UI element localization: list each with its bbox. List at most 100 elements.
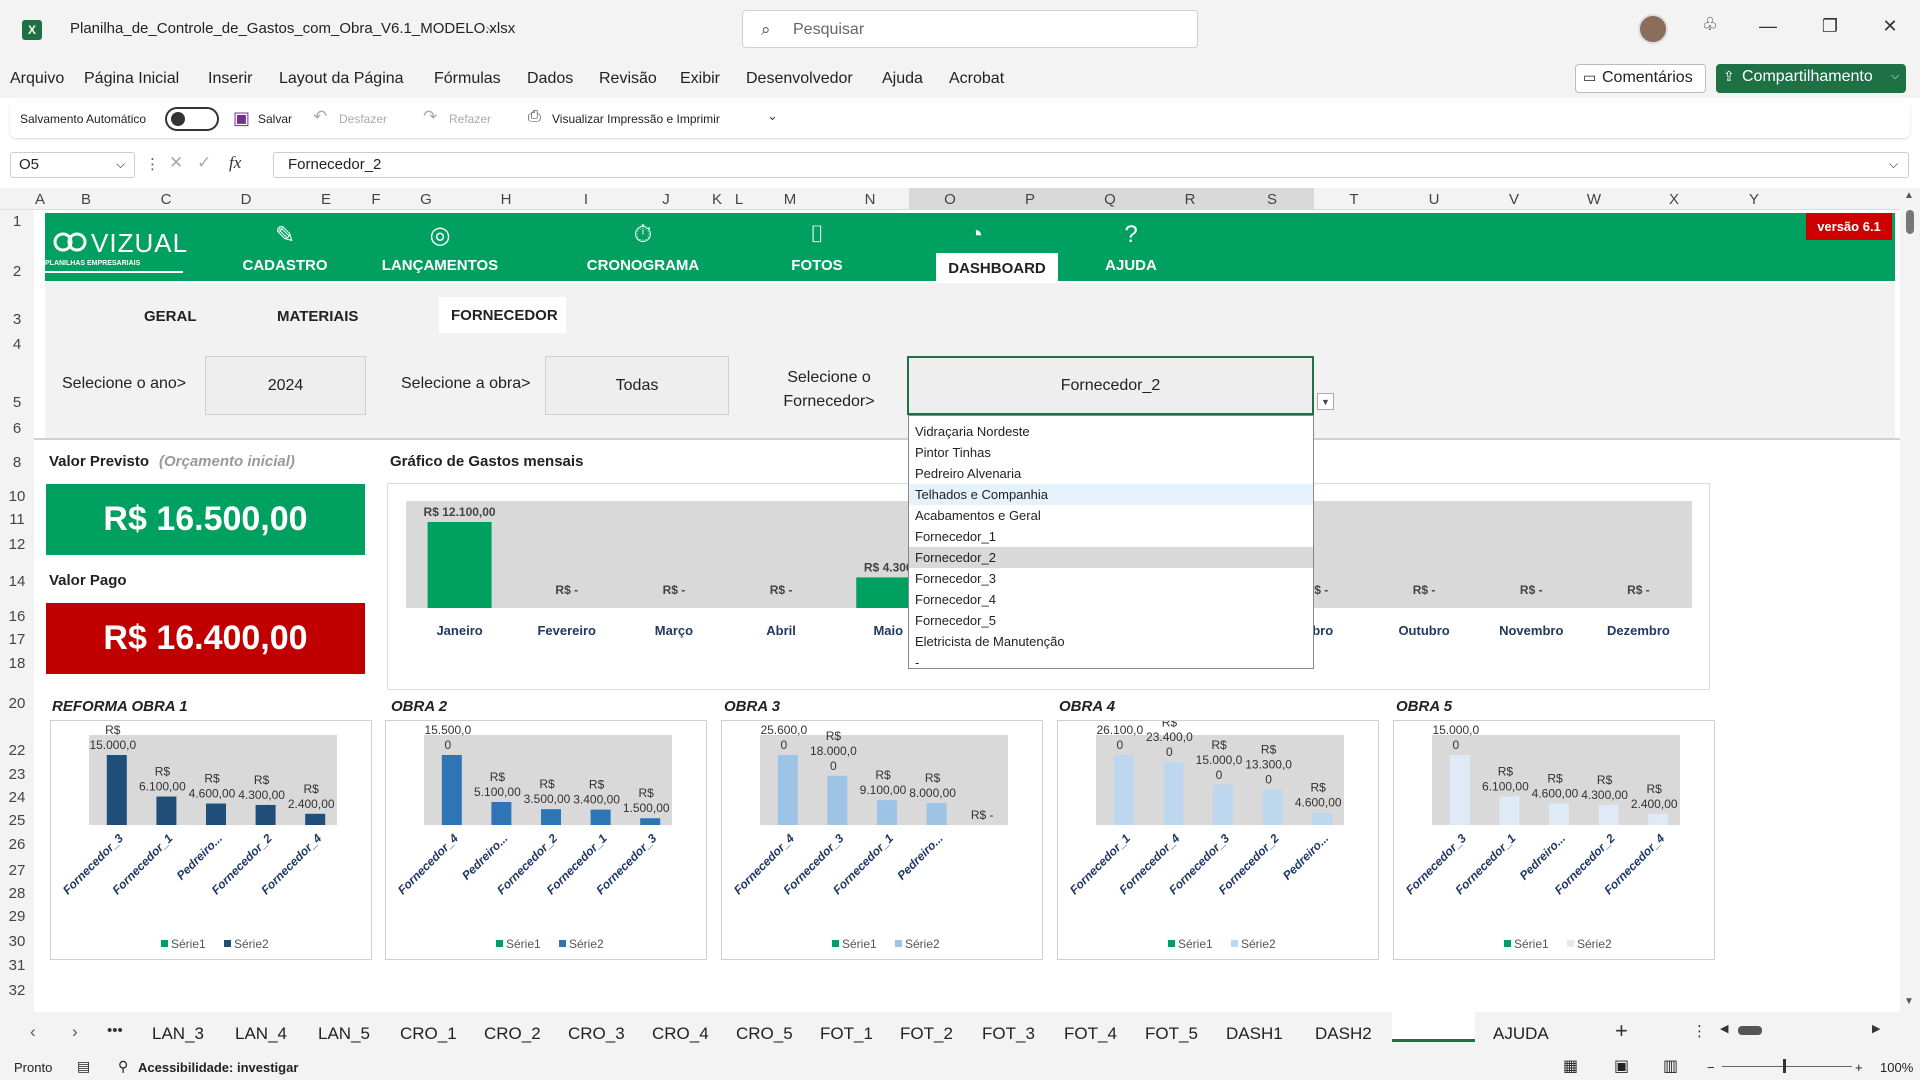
monthly-category-label[interactable]: Fevereiro	[537, 623, 596, 638]
add-sheet-icon[interactable]: +	[1615, 1018, 1628, 1044]
row-header[interactable]: 6	[0, 420, 34, 437]
col-header-h[interactable]: H	[466, 191, 546, 208]
search-box[interactable]: ⌕ Pesquisar	[742, 10, 1198, 48]
print-preview-button[interactable]: Visualizar Impressão e Imprimir	[552, 112, 720, 126]
menu-inserir[interactable]: Inserir	[208, 70, 252, 88]
row-header[interactable]: 26	[0, 836, 34, 853]
cancel-icon[interactable]: ✕	[169, 153, 183, 173]
row-header[interactable]: 22	[0, 742, 34, 759]
col-header-f[interactable]: F	[366, 191, 386, 208]
menu-desenvolvedor[interactable]: Desenvolvedor	[746, 70, 853, 88]
name-box[interactable]: O5 ⌵	[10, 152, 135, 178]
col-header-s[interactable]: S	[1230, 191, 1314, 208]
menu-arquivo[interactable]: Arquivo	[10, 70, 64, 88]
col-header-i[interactable]: I	[546, 191, 626, 208]
zoom-out-icon[interactable]: −	[1707, 1060, 1715, 1075]
row-header[interactable]: 4	[0, 336, 34, 353]
row-header[interactable]: 5	[0, 394, 34, 411]
menu-revisao[interactable]: Revisão	[599, 70, 657, 88]
accessibility-status[interactable]: Acessibilidade: investigar	[138, 1060, 298, 1075]
next-sheet-icon[interactable]: ›	[72, 1022, 78, 1042]
chevron-down-icon[interactable]: ⌵	[116, 157, 125, 172]
sheet-tab-lan_3[interactable]: LAN_3	[152, 1024, 204, 1044]
col-header-o[interactable]: O	[910, 191, 990, 208]
col-header-q[interactable]: Q	[1070, 191, 1150, 208]
page-layout-icon[interactable]: ▣	[1614, 1056, 1629, 1076]
scroll-up-icon[interactable]: ▲	[1904, 190, 1914, 201]
dropdown-option[interactable]: Pedreiro Alvenaria	[909, 463, 1313, 484]
chevron-down-icon[interactable]: ⌵	[1889, 157, 1898, 172]
save-icon[interactable]: ▣	[233, 108, 250, 129]
dropdown-option[interactable]: Fornecedor_1	[909, 526, 1313, 547]
scroll-thumb[interactable]	[1906, 210, 1914, 234]
row-header[interactable]: 25	[0, 812, 34, 829]
sheet-tab-fot_2[interactable]: FOT_2	[900, 1024, 953, 1044]
col-header-p[interactable]: P	[990, 191, 1070, 208]
row-header[interactable]: 20	[0, 695, 34, 712]
pie-chart-icon[interactable]: ◔	[956, 221, 996, 249]
minimize-icon[interactable]: —	[1753, 16, 1783, 37]
undo-button[interactable]: Desfazer	[339, 112, 387, 126]
nav-dashboard-tab[interactable]: DASHBOARD	[936, 253, 1058, 284]
nav-cronograma[interactable]: CRONOGRAMA	[575, 257, 711, 274]
lightbulb-icon[interactable]: ♧	[1695, 14, 1725, 35]
col-header-e[interactable]: E	[286, 191, 366, 208]
tab-options-icon[interactable]: ⋮	[1692, 1022, 1707, 1040]
col-header-d[interactable]: D	[206, 191, 286, 208]
help-person-icon[interactable]: ?	[1111, 221, 1151, 249]
row-header[interactable]: 27	[0, 862, 34, 879]
row-header[interactable]: 28	[0, 885, 34, 902]
share-button[interactable]: ⇪ Compartilhamento ⌵	[1716, 64, 1906, 93]
sheet-tab-cro_5[interactable]: CRO_5	[736, 1024, 793, 1044]
stopwatch-icon[interactable]: ⏱	[623, 221, 663, 249]
row-header[interactable]: 3	[0, 311, 34, 328]
menu-layout[interactable]: Layout da Página	[279, 70, 404, 88]
menu-exibir[interactable]: Exibir	[680, 70, 720, 88]
dropdown-option[interactable]: Acabamentos e Geral	[909, 505, 1313, 526]
menu-pagina-inicial[interactable]: Página Inicial	[84, 70, 179, 88]
col-header-x[interactable]: X	[1634, 191, 1714, 208]
col-header-m[interactable]: M	[750, 191, 830, 208]
row-header[interactable]: 14	[0, 573, 34, 590]
dropdown-option[interactable]: Pintor Tinhas	[909, 442, 1313, 463]
close-icon[interactable]: ✕	[1875, 16, 1905, 37]
sheet-tab-lan_4[interactable]: LAN_4	[235, 1024, 287, 1044]
col-header-b[interactable]: B	[46, 191, 126, 208]
sheet-tab-fot_3[interactable]: FOT_3	[982, 1024, 1035, 1044]
row-header[interactable]: 11	[0, 511, 34, 528]
supplier-select[interactable]: Fornecedor_2	[907, 356, 1314, 415]
row-header[interactable]: 23	[0, 766, 34, 783]
file-name[interactable]: Planilha_de_Controle_de_Gastos_com_Obra_…	[70, 20, 515, 37]
menu-ajuda[interactable]: Ajuda	[882, 70, 923, 88]
more-icon[interactable]: ⋮	[145, 155, 160, 173]
restore-icon[interactable]: ❐	[1815, 16, 1845, 37]
subtab-geral[interactable]: GERAL	[144, 308, 197, 325]
scroll-left-icon[interactable]: ◀	[1720, 1022, 1728, 1035]
col-header-v[interactable]: V	[1474, 191, 1554, 208]
more-sheets-icon[interactable]: •••	[107, 1022, 123, 1039]
target-icon[interactable]: ◎	[420, 221, 460, 250]
normal-view-icon[interactable]: ▦	[1563, 1056, 1578, 1076]
supplier-category-label[interactable]: Pedreiro...	[459, 831, 510, 882]
autosave-toggle[interactable]	[165, 107, 219, 131]
subtab-materiais[interactable]: MATERIAIS	[277, 308, 358, 325]
col-header-y[interactable]: Y	[1714, 191, 1794, 208]
col-header-l[interactable]: L	[728, 191, 750, 208]
formula-input[interactable]: Fornecedor_2 ⌵	[273, 152, 1909, 178]
dropdown-option[interactable]: Fornecedor_3	[909, 568, 1313, 589]
nav-lancamentos[interactable]: LANÇAMENTOS	[365, 257, 515, 274]
row-header[interactable]: 8	[0, 454, 34, 471]
row-header[interactable]: 29	[0, 908, 34, 925]
row-header[interactable]: 24	[0, 789, 34, 806]
col-header-a[interactable]: A	[34, 191, 46, 208]
menu-formulas[interactable]: Fórmulas	[434, 70, 501, 88]
col-header-j[interactable]: J	[626, 191, 706, 208]
nav-cadastro[interactable]: CADASTRO	[225, 257, 345, 274]
redo-icon[interactable]: ↷	[423, 107, 437, 127]
prev-sheet-icon[interactable]: ‹	[30, 1022, 36, 1042]
monthly-category-label[interactable]: Janeiro	[436, 623, 482, 638]
col-header-g[interactable]: G	[386, 191, 466, 208]
accessibility-icon[interactable]: ⚲	[118, 1058, 128, 1075]
monthly-category-label[interactable]: Dezembro	[1607, 623, 1670, 638]
zoom-slider[interactable]	[1722, 1066, 1852, 1067]
